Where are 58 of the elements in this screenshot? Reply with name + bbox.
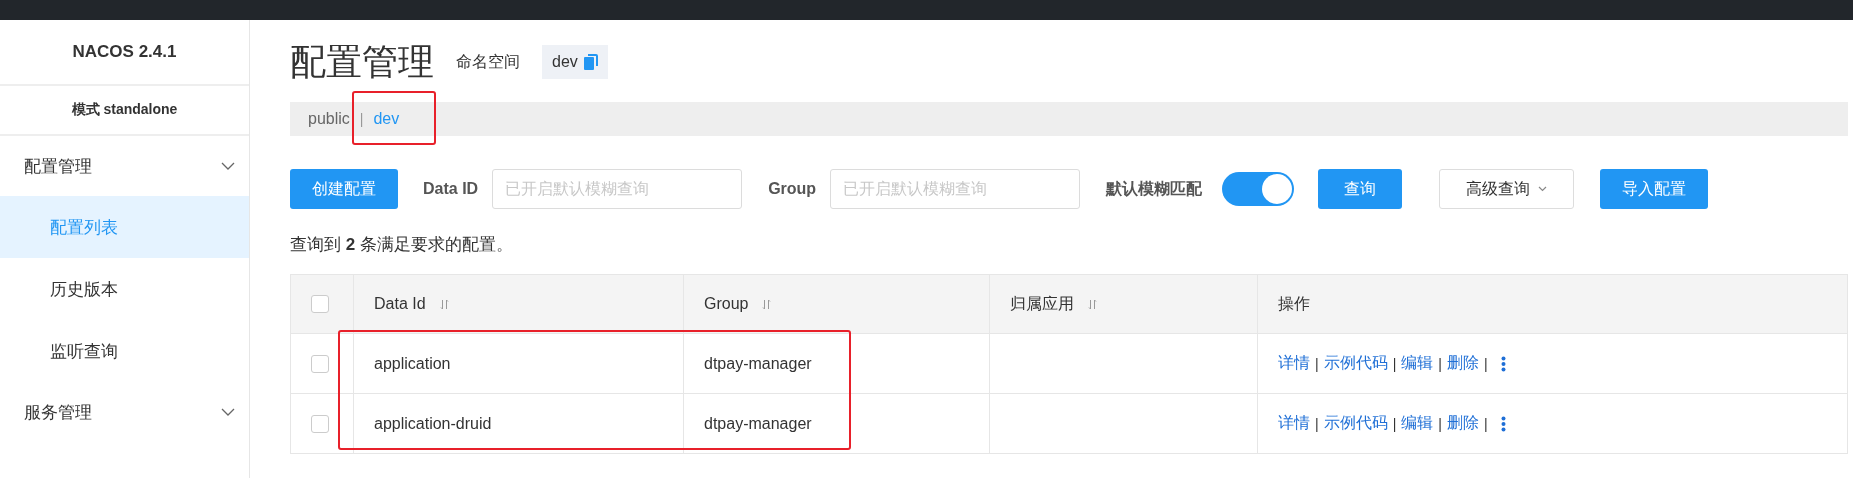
query-button[interactable]: 查询	[1318, 169, 1403, 209]
sort-icon[interactable]	[439, 299, 449, 311]
table-cell: dtpay-manager	[704, 354, 812, 372]
copy-icon[interactable]	[583, 54, 598, 70]
menu-item[interactable]: 历史版本	[0, 258, 249, 320]
menu-group[interactable]: 配置管理	[0, 136, 249, 196]
field-label: 默认模糊匹配	[1106, 178, 1203, 199]
chevron-icon	[221, 162, 235, 170]
create-config-button[interactable]: 创建配置	[290, 169, 398, 209]
advanced-query-button[interactable]: 高级查询	[1439, 169, 1575, 209]
more-icon[interactable]	[1500, 415, 1506, 432]
separator: |	[1392, 355, 1397, 372]
more-icon[interactable]	[1500, 355, 1506, 372]
menu-group[interactable]: 服务管理	[0, 382, 249, 442]
menu-item[interactable]: 监听查询	[0, 320, 249, 382]
caret-icon	[1538, 186, 1548, 192]
column-header[interactable]: 归属应用	[989, 274, 1258, 334]
action-link[interactable]: 删除	[1446, 353, 1479, 374]
namespace-label: 命名空间	[456, 51, 520, 72]
row-checkbox[interactable]	[311, 354, 329, 373]
separator: |	[1315, 355, 1319, 372]
table-cell: application	[374, 354, 451, 372]
action-link[interactable]: 示例代码	[1323, 413, 1388, 434]
separator: |	[1483, 415, 1488, 432]
sort-icon[interactable]	[762, 299, 772, 311]
chevron-icon	[221, 408, 235, 416]
namespace-tag[interactable]: dev	[542, 45, 608, 79]
action-link[interactable]: 编辑	[1401, 413, 1434, 434]
mode-label: 模式 standalone	[0, 86, 249, 136]
action-link[interactable]: 删除	[1446, 413, 1479, 434]
page-title: 配置管理	[290, 39, 434, 84]
action-link[interactable]: 示例代码	[1323, 353, 1388, 374]
column-header: 操作	[1257, 274, 1848, 334]
field-label: Group	[768, 180, 817, 198]
select-all-checkbox[interactable]	[311, 295, 329, 313]
fuzzy-toggle[interactable]	[1222, 172, 1295, 206]
separator: |	[1438, 355, 1442, 372]
column-header[interactable]: Data Id	[353, 274, 684, 334]
namespace-link[interactable]: public	[308, 110, 350, 128]
result-summary: 查询到 2 条满足要求的配置。	[290, 234, 514, 256]
action-link[interactable]: 详情	[1278, 413, 1310, 434]
separator: |	[1483, 355, 1488, 372]
menu-item[interactable]: 配置列表	[0, 196, 249, 258]
action-link[interactable]: 详情	[1278, 353, 1310, 374]
field-label: Data ID	[423, 180, 479, 198]
table-cell: application-druid	[374, 414, 492, 432]
row-checkbox[interactable]	[311, 414, 329, 433]
sort-icon[interactable]	[1088, 298, 1097, 310]
separator: |	[1438, 415, 1442, 432]
separator: |	[1315, 415, 1319, 432]
separator: |	[359, 111, 364, 127]
namespace-link[interactable]: dev	[373, 110, 400, 128]
import-config-button[interactable]: 导入配置	[1600, 169, 1709, 209]
separator: |	[1392, 415, 1397, 432]
table-cell: dtpay-manager	[704, 414, 812, 432]
action-link[interactable]: 编辑	[1401, 353, 1434, 374]
column-header[interactable]: Group	[683, 274, 990, 334]
app-title: NACOS 2.4.1	[0, 20, 249, 86]
